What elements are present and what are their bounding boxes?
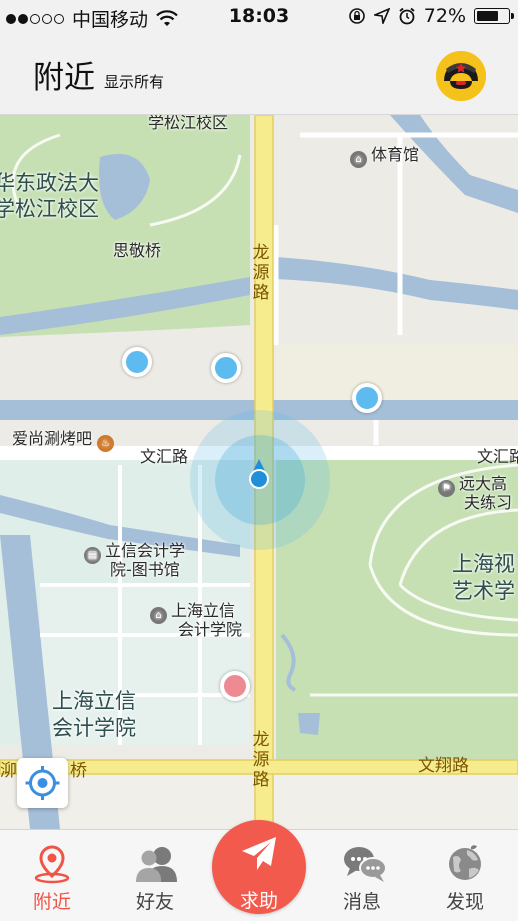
map-label: ⌂ 体育馆 (350, 141, 419, 168)
nav-header: 附近 显示所有 (0, 34, 518, 115)
tab-friends-label: 好友 (135, 891, 174, 913)
food-icon: ♨ (97, 435, 115, 452)
map-label: 上海视 (452, 552, 515, 576)
map-label: 爱尚涮烤吧 ♨ (12, 425, 118, 452)
golf-icon: ⚑ (438, 480, 455, 497)
tab-sos-label: 求助 (239, 890, 278, 912)
profile-avatar-icon (436, 51, 486, 101)
tab-nearby[interactable]: 附近 (12, 830, 92, 921)
tab-discover-label: 发现 (445, 891, 484, 913)
battery-percent: 72% (423, 5, 466, 27)
paper-plane-icon (242, 837, 276, 870)
gym-icon: ⌂ (350, 151, 367, 168)
tab-nearby-label: 附近 (32, 891, 71, 913)
nearby-user-marker[interactable] (220, 671, 250, 701)
target-icon (25, 766, 60, 800)
map-label: 上海立信 (52, 689, 136, 713)
map-label: 艺术学 (452, 579, 515, 603)
map-label: 会计学院 (52, 716, 136, 740)
locate-me-button[interactable] (17, 758, 68, 808)
tab-friends[interactable]: 好友 (115, 830, 195, 921)
road-label: 文汇路 (477, 447, 518, 466)
show-all-toggle[interactable]: 显示所有 (104, 71, 164, 92)
nearby-user-marker[interactable] (122, 347, 152, 377)
my-location-marker (249, 459, 269, 489)
map-label: 思敬桥 (113, 241, 162, 260)
avatar[interactable] (436, 51, 486, 101)
map-label: 院-图书馆 (110, 560, 180, 579)
tab-messages-label: 消息 (342, 891, 381, 913)
road-label: 文汇路 (140, 447, 189, 466)
tab-sos-button[interactable]: 求助 (212, 820, 306, 914)
status-icons: 72% (348, 5, 514, 27)
road-label: 泖 (0, 761, 17, 781)
map-label: 夫练习 (464, 493, 513, 512)
map-pin-icon (34, 845, 70, 884)
page-title: 附近 (33, 60, 95, 96)
nearby-user-marker[interactable] (211, 353, 241, 383)
chat-icon (344, 847, 387, 882)
map-label: 学松江校区 (148, 115, 229, 132)
friends-icon (136, 847, 177, 882)
battery-icon (474, 8, 514, 24)
tab-messages[interactable]: 消息 (322, 830, 402, 921)
status-bar: 中国移动 18:03 72% (0, 0, 518, 34)
nearby-user-marker[interactable] (352, 383, 382, 413)
map-label: 学松江校区 (0, 197, 99, 221)
alarm-icon (399, 7, 415, 25)
school-icon: ⌂ (150, 607, 167, 624)
globe-icon (449, 845, 481, 880)
map-label: 会计学院 (178, 620, 243, 639)
map-view[interactable]: 学松江校区 ⌂ 体育馆 华东政法大 学松江校区 思敬桥 龙源路 爱尚涮烤吧 ♨ 文… (0, 115, 518, 829)
rotation-lock-icon (348, 8, 365, 24)
location-arrow-icon (373, 8, 390, 24)
tab-discover[interactable]: 发现 (425, 830, 505, 921)
road-label: 龙源路 (252, 730, 270, 790)
road-label: 桥 (70, 761, 87, 781)
library-icon: ▤ (84, 547, 101, 564)
road-label: 龙源路 (252, 243, 270, 303)
road-label: 文翔路 (418, 756, 469, 776)
